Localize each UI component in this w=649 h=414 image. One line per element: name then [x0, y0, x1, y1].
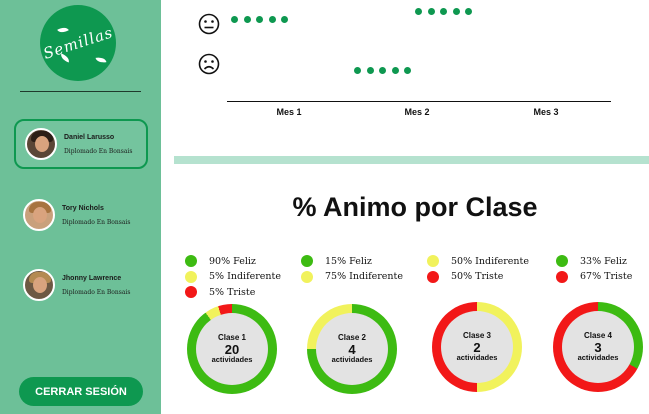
mood-dot: [268, 16, 276, 23]
legend-item: 33% Feliz: [556, 255, 627, 267]
donut-center: Clase 2 4 actividades: [316, 313, 388, 385]
activity-unit: actividades: [211, 355, 253, 365]
mood-dot: [354, 67, 361, 74]
class-4-donut[interactable]: Clase 4 3 actividades: [553, 302, 643, 392]
donut-center: Clase 3 2 actividades: [441, 311, 513, 383]
mood-dot: [440, 8, 447, 15]
legend-item: 50% Indiferente: [427, 255, 529, 267]
neutral-face-icon: [198, 13, 220, 35]
class-1-donut[interactable]: Clase 1 20 actividades: [187, 304, 277, 394]
legend-swatch: [185, 286, 197, 298]
legend-item: 90% Feliz: [185, 255, 256, 267]
timeline-axis: [227, 101, 611, 102]
user-name: Tory Nichols: [62, 204, 104, 212]
legend-swatch: [301, 270, 313, 283]
class-label: Clase 4: [583, 331, 613, 341]
logo-text: Semillas: [40, 23, 116, 63]
mood-dot: [415, 8, 422, 15]
month-label: Mes 2: [404, 107, 430, 117]
app-root: Semillas Daniel Larusso Diplomado En Bon…: [0, 0, 649, 414]
mood-dot: [452, 8, 460, 15]
legend-label: 50% Indiferente: [451, 255, 529, 267]
legend-label: 90% Feliz: [209, 255, 256, 267]
class-label: Clase 1: [217, 333, 247, 343]
leaf-icon: [95, 56, 107, 64]
legend-item: 15% Feliz: [301, 255, 372, 267]
activity-unit: actividades: [456, 353, 498, 363]
donut-center: Clase 4 3 actividades: [562, 311, 634, 383]
class-label: Clase 2: [337, 333, 367, 343]
legend-swatch: [185, 255, 197, 267]
mood-dot: [256, 16, 263, 23]
class-3-donut[interactable]: Clase 3 2 actividades: [432, 302, 522, 392]
legend-swatch: [427, 255, 439, 267]
user-name: Daniel Larusso: [64, 133, 115, 141]
user-name: Jhonny Lawrence: [62, 274, 122, 282]
activity-unit: actividades: [577, 353, 619, 363]
user-card-jhonny-lawrence[interactable]: Jhonny Lawrence Diplomado En Bonsais: [14, 260, 148, 310]
mood-dot: [391, 67, 399, 74]
section-divider: [174, 156, 649, 164]
legend-swatch: [556, 270, 568, 283]
class-label: Clase 3: [462, 331, 492, 341]
mood-dot: [231, 16, 238, 23]
mood-dot: [465, 8, 472, 15]
user-course: Diplomado En Bonsais: [62, 288, 131, 296]
legend-item: 50% Triste: [427, 270, 504, 283]
app-logo[interactable]: Semillas: [40, 5, 116, 81]
legend-label: 5% Indiferente: [209, 271, 281, 282]
legend-swatch: [301, 255, 313, 267]
legend-label: 50% Triste: [451, 271, 504, 282]
legend-label: 33% Feliz: [580, 255, 627, 267]
logout-button[interactable]: CERRAR SESIÓN: [19, 377, 143, 406]
mood-dot: [281, 16, 288, 23]
sidebar: Semillas Daniel Larusso Diplomado En Bon…: [0, 0, 161, 414]
avatar: [23, 269, 55, 301]
user-course: Diplomado En Bonsais: [62, 218, 131, 226]
legend-item: 5% Indiferente: [185, 270, 281, 283]
donut-center: Clase 1 20 actividades: [196, 313, 268, 385]
month-label: Mes 3: [533, 107, 559, 117]
leaf-icon: [57, 24, 69, 36]
mood-dot: [404, 67, 411, 74]
mood-dot: [366, 67, 374, 74]
legend-label: 15% Feliz: [325, 255, 372, 267]
month-label: Mes 1: [276, 107, 302, 117]
user-course: Diplomado En Bonsais: [64, 147, 133, 155]
legend-label: 5% Triste: [209, 286, 256, 298]
sad-face-icon: [198, 53, 220, 75]
class-2-donut[interactable]: Clase 2 4 actividades: [307, 304, 397, 394]
user-card-daniel-larusso[interactable]: Daniel Larusso Diplomado En Bonsais: [14, 119, 148, 169]
legend-label: 67% Triste: [580, 271, 633, 282]
legend-item: 67% Triste: [556, 270, 633, 283]
user-card-tory-nichols[interactable]: Tory Nichols Diplomado En Bonsais: [14, 190, 148, 240]
avatar: [23, 199, 55, 231]
legend-swatch: [556, 255, 568, 267]
legend-label: 75% Indiferente: [325, 271, 403, 282]
legend-item: 5% Triste: [185, 286, 255, 298]
legend-swatch: [185, 270, 197, 283]
mood-dot: [427, 8, 435, 15]
mood-dot: [379, 67, 386, 74]
section-title: % Animo por Clase: [292, 192, 538, 222]
avatar: [25, 128, 57, 160]
activity-unit: actividades: [331, 355, 373, 365]
mood-dot: [243, 16, 251, 23]
legend-swatch: [427, 270, 439, 283]
legend-item: 75% Indiferente: [301, 270, 403, 283]
sidebar-divider: [20, 91, 141, 92]
